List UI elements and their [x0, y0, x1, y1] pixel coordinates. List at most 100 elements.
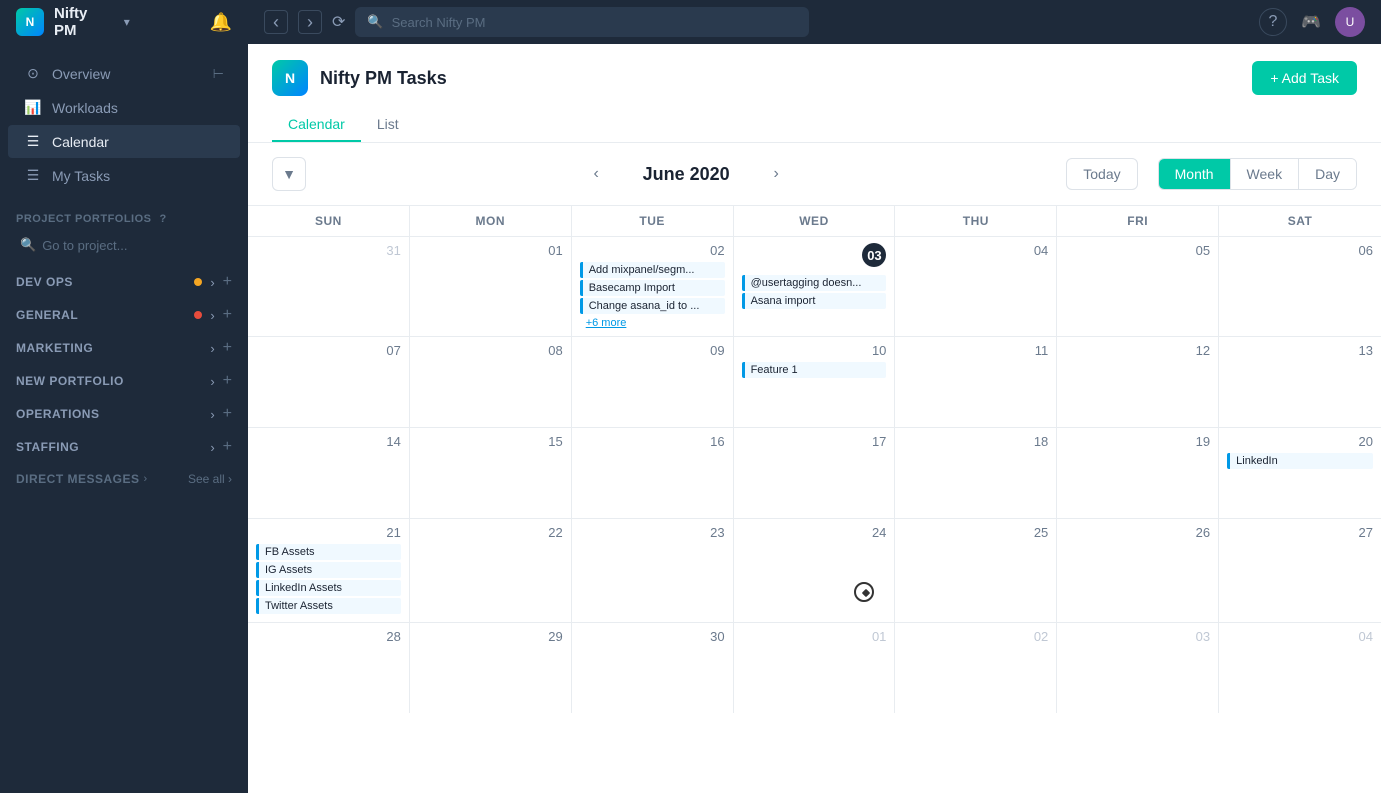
sidebar-item-workloads[interactable]: 📊 Workloads: [8, 91, 240, 124]
group-name: NEW PORTFOLIO: [16, 374, 202, 388]
history-icon[interactable]: ⟳: [332, 12, 345, 32]
add-group-button[interactable]: +: [223, 405, 232, 423]
sidebar-topbar: N Nifty PM ▾ 🔔: [0, 0, 248, 44]
task-item[interactable]: Twitter Assets: [256, 598, 401, 614]
status-dot: [194, 278, 202, 286]
day-header-thu: THU: [895, 206, 1057, 236]
sidebar-group-general[interactable]: GENERAL › +: [0, 299, 248, 331]
calendar-cell-jun06: 06: [1219, 237, 1381, 336]
task-item[interactable]: Add mixpanel/segm...: [580, 262, 725, 278]
filter-button[interactable]: ▼: [272, 157, 306, 191]
calendar-cell-jun29: 29: [410, 623, 572, 713]
sidebar-group-operations[interactable]: OPERATIONS › +: [0, 398, 248, 430]
prev-month-button[interactable]: ‹: [582, 160, 610, 188]
app-dropdown-icon[interactable]: ▾: [124, 15, 130, 29]
today-button[interactable]: Today: [1066, 158, 1137, 190]
cell-date: 27: [1227, 525, 1373, 540]
cell-date: 30: [580, 629, 725, 644]
sidebar-item-label: My Tasks: [52, 168, 110, 184]
cell-date: 11: [903, 343, 1048, 358]
group-chevron: ›: [210, 341, 214, 356]
task-item[interactable]: Feature 1: [742, 362, 887, 378]
task-item[interactable]: IG Assets: [256, 562, 401, 578]
cell-date: 22: [418, 525, 563, 540]
workloads-icon: 📊: [24, 99, 42, 116]
sidebar-group-devops[interactable]: DEV OPS › +: [0, 266, 248, 298]
calendar-icon: ☰: [24, 133, 42, 150]
calendar-cell-jun05: 05: [1057, 237, 1219, 336]
portfolio-search[interactable]: 🔍 Go to project...: [12, 233, 236, 257]
nav-forward-icon[interactable]: ›: [298, 10, 322, 34]
cursor-indicator: [854, 582, 874, 602]
cell-date: 05: [1065, 243, 1210, 258]
group-name: STAFFING: [16, 440, 202, 454]
calendar-cell-jun23: 23: [572, 519, 734, 622]
add-group-button[interactable]: +: [223, 372, 232, 390]
calendar-cell-jun18: 18: [895, 428, 1057, 518]
sidebar-group-new-portfolio[interactable]: NEW PORTFOLIO › +: [0, 365, 248, 397]
cell-date: 02: [580, 243, 725, 258]
cell-date: 16: [580, 434, 725, 449]
tab-calendar[interactable]: Calendar: [272, 108, 361, 142]
cell-date: 21: [256, 525, 401, 540]
sidebar-item-my-tasks[interactable]: ☰ My Tasks: [8, 159, 240, 192]
task-item[interactable]: LinkedIn: [1227, 453, 1373, 469]
avatar[interactable]: U: [1335, 7, 1365, 37]
calendar-body: 31 01 02 Add mixpanel/segm... Basecamp I…: [248, 237, 1381, 793]
cell-date: 15: [418, 434, 563, 449]
project-info: N Nifty PM Tasks: [272, 60, 447, 96]
next-month-button[interactable]: ›: [762, 160, 790, 188]
calendar-cell-jun14: 14: [248, 428, 410, 518]
notification-icon[interactable]: 🔔: [210, 12, 232, 33]
sidebar-group-staffing[interactable]: STAFFING › +: [0, 431, 248, 463]
project-header-top: N Nifty PM Tasks + Add Task: [272, 60, 1357, 96]
task-item[interactable]: Basecamp Import: [580, 280, 725, 296]
task-item[interactable]: @usertagging doesn...: [742, 275, 887, 291]
view-toggle: Month Week Day: [1158, 158, 1357, 190]
more-tasks-link[interactable]: +6 more: [580, 316, 725, 330]
add-group-button[interactable]: +: [223, 306, 232, 324]
task-item[interactable]: Asana import: [742, 293, 887, 309]
cell-date: 08: [418, 343, 563, 358]
cell-date: 06: [1227, 243, 1373, 258]
calendar-cell-jul03: 03: [1057, 623, 1219, 713]
add-group-button[interactable]: +: [223, 273, 232, 291]
search-placeholder: Search Nifty PM: [392, 15, 486, 30]
help-icon[interactable]: ?: [1259, 8, 1287, 36]
task-item[interactable]: LinkedIn Assets: [256, 580, 401, 596]
add-group-button[interactable]: +: [223, 438, 232, 456]
cell-date: 12: [1065, 343, 1210, 358]
calendar-week-5: 28 29 30 01 02 03: [248, 623, 1381, 713]
task-item[interactable]: Change asana_id to ...: [580, 298, 725, 314]
sidebar-item-overview[interactable]: ⊙ Overview ⊢: [8, 57, 240, 90]
see-all-link[interactable]: See all ›: [188, 472, 232, 486]
cell-date: 31: [256, 243, 401, 258]
add-task-button[interactable]: + Add Task: [1252, 61, 1357, 95]
task-item[interactable]: FB Assets: [256, 544, 401, 560]
status-dot: [194, 311, 202, 319]
portfolios-help-icon[interactable]: ?: [160, 213, 167, 225]
calendar-cell-jun08: 08: [410, 337, 572, 427]
group-chevron: ›: [210, 374, 214, 389]
tab-list[interactable]: List: [361, 108, 415, 142]
add-group-button[interactable]: +: [223, 339, 232, 357]
calendar-cell-jun21: 21 FB Assets IG Assets LinkedIn Assets T…: [248, 519, 410, 622]
global-topbar: ‹ › ⟳ 🔍 Search Nifty PM ? 🎮 U: [248, 0, 1381, 44]
cell-date: 01: [742, 629, 887, 644]
calendar-cell-jun25: 25: [895, 519, 1057, 622]
today-date-wrapper: 03: [742, 243, 887, 271]
day-header-tue: TUE: [572, 206, 734, 236]
sidebar-group-marketing[interactable]: MARKETING › +: [0, 332, 248, 364]
sidebar-item-calendar[interactable]: ☰ Calendar: [8, 125, 240, 158]
cell-date: 13: [1227, 343, 1373, 358]
view-month-button[interactable]: Month: [1159, 159, 1231, 189]
cell-date: 18: [903, 434, 1048, 449]
view-week-button[interactable]: Week: [1231, 159, 1300, 189]
calendar-cell-jun28: 28: [248, 623, 410, 713]
view-day-button[interactable]: Day: [1299, 159, 1356, 189]
notifications-icon[interactable]: 🎮: [1297, 8, 1325, 36]
day-header-wed: WED: [734, 206, 896, 236]
nav-back-icon[interactable]: ‹: [264, 10, 288, 34]
search-bar[interactable]: 🔍 Search Nifty PM: [355, 7, 809, 37]
calendar-header: SUN MON TUE WED THU FRI SAT: [248, 205, 1381, 237]
